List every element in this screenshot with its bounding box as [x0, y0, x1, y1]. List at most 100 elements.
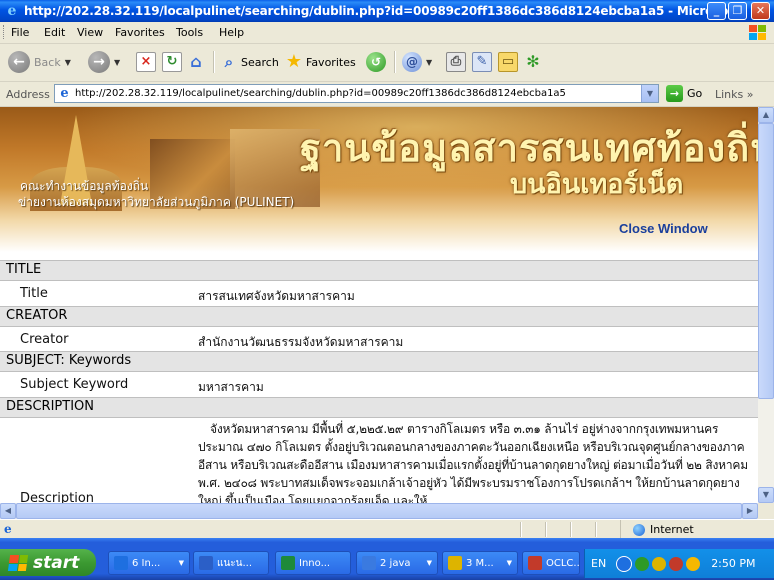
menu-help[interactable]: Help	[219, 26, 244, 39]
standard-toolbar: ← Back ▼ → ▼ × ↻ ⌂ ⌕ Search ★ Favorites …	[0, 43, 774, 82]
address-bar: Address e http://202.28.32.119/localpuli…	[0, 82, 774, 107]
taskbar-label: 3 M...	[466, 557, 494, 569]
status-bar: e Internet	[0, 519, 774, 539]
language-indicator[interactable]: EN	[591, 557, 606, 570]
maximize-button[interactable]: ❐	[728, 2, 747, 20]
window-title-bar[interactable]: e http://202.28.32.119/localpulinet/sear…	[0, 0, 774, 22]
forward-button[interactable]: → ▼	[88, 50, 120, 74]
chevron-down-icon[interactable]: ▼	[65, 58, 71, 67]
back-button[interactable]: ← Back ▼	[8, 50, 71, 74]
page-icon: e	[60, 86, 69, 101]
menu-view[interactable]: View	[77, 26, 103, 39]
close-window-link[interactable]: Close Window	[619, 221, 708, 236]
links-button[interactable]: Links »	[715, 88, 754, 101]
menu-edit[interactable]: Edit	[44, 26, 65, 39]
taskbar-label: 2 java	[380, 557, 411, 569]
security-zone: Internet	[620, 520, 694, 539]
section-title-label: TITLE	[6, 262, 42, 277]
search-label: Search	[241, 55, 279, 69]
history-icon: ↺	[366, 52, 386, 72]
print-button[interactable]: ⎙	[446, 50, 466, 74]
chevron-down-icon: ▼	[506, 559, 512, 567]
page-viewport: ฐานข้อมูลสารสนเทศท้องถิ่น บนอินเทอร์เน็ต…	[0, 107, 758, 503]
vertical-scroll-thumb[interactable]	[758, 123, 774, 399]
mail-icon: @	[402, 52, 422, 72]
security-icon[interactable]	[669, 556, 684, 571]
go-button[interactable]: → Go	[666, 85, 702, 102]
messenger-icon	[448, 556, 462, 570]
scroll-down-arrow-icon[interactable]: ▼	[758, 487, 774, 503]
favorites-button[interactable]: ★ Favorites	[285, 50, 356, 74]
banner-subtitle: บนอินเทอร์เน็ต	[510, 169, 684, 200]
taskbar-button[interactable]: 3 M... ▼	[442, 551, 518, 575]
field-value: มหาสารคาม	[198, 380, 264, 394]
stop-button[interactable]: ×	[136, 50, 156, 74]
page-status-icon: e	[4, 522, 12, 536]
windows-flag-icon	[7, 554, 29, 571]
favorites-label: Favorites	[306, 55, 356, 69]
status-divider	[595, 522, 597, 537]
field-value-description: จังหวัดมหาสารคาม มีพื้นที่ ๕,๒๒๕.๒๙ ตารา…	[198, 422, 748, 503]
vertical-scrollbar[interactable]: ▲ ▼	[758, 107, 774, 503]
toolbar-separator	[394, 51, 396, 73]
refresh-icon: ↻	[162, 52, 182, 72]
taskbar-label: OCLC...	[546, 557, 580, 569]
chevron-down-icon[interactable]: ▼	[426, 58, 432, 67]
app-icon	[281, 556, 295, 570]
address-url[interactable]: http://202.28.32.119/localpulinet/search…	[75, 88, 566, 99]
forward-arrow-icon: →	[88, 51, 110, 73]
status-divider	[545, 522, 547, 537]
edit-button[interactable]: ✎	[472, 50, 492, 74]
address-input[interactable]: e http://202.28.32.119/localpulinet/sear…	[54, 84, 659, 103]
word-document-icon	[199, 556, 213, 570]
back-arrow-icon[interactable]	[616, 555, 633, 572]
mail-button[interactable]: @ ▼	[402, 50, 432, 74]
address-label: Address	[6, 88, 50, 101]
discuss-button[interactable]: ▭	[498, 50, 518, 74]
scroll-right-arrow-icon[interactable]: ▶	[742, 503, 758, 519]
menu-tools[interactable]: Tools	[176, 26, 203, 39]
minimize-button[interactable]: _	[707, 2, 726, 20]
go-arrow-icon: →	[666, 85, 683, 102]
field-label: Subject Keyword	[20, 377, 129, 392]
chevron-down-icon[interactable]: ▼	[114, 58, 120, 67]
section-title-label: DESCRIPTION	[6, 399, 94, 414]
menu-favorites[interactable]: Favorites	[115, 26, 165, 39]
network-icon[interactable]	[635, 556, 650, 571]
folder-icon: ▭	[498, 52, 518, 72]
messenger-button[interactable]: ✻	[524, 50, 542, 74]
menu-file[interactable]: File	[11, 26, 29, 39]
messenger-icon[interactable]	[652, 556, 667, 571]
home-button[interactable]: ⌂	[187, 50, 205, 74]
taskbar: start 6 In... ▼ แนะน... Inno... 2 java ▼…	[0, 538, 774, 580]
field-label: Description	[20, 491, 95, 503]
scroll-up-arrow-icon[interactable]: ▲	[758, 107, 774, 123]
taskbar-label: Inno...	[299, 557, 331, 569]
scrollbar-corner	[758, 503, 774, 519]
search-icon: ⌕	[224, 53, 234, 71]
taskbar-button[interactable]: 6 In... ▼	[108, 551, 190, 575]
section-header-title: TITLE	[0, 260, 758, 281]
section-header-creator: CREATOR	[0, 306, 758, 327]
taskbar-button[interactable]: OCLC...	[522, 551, 580, 575]
horizontal-scroll-thumb[interactable]	[16, 503, 742, 519]
taskbar-label: แนะน...	[217, 557, 253, 569]
start-button[interactable]: start	[0, 549, 96, 576]
history-button[interactable]: ↺	[366, 50, 386, 74]
refresh-button[interactable]: ↻	[162, 50, 182, 74]
horizontal-scrollbar[interactable]: ◀ ▶	[0, 503, 758, 519]
field-value: สำนักงานวัฒนธรรมจังหวัดมหาสารคาม	[198, 335, 404, 349]
clock: 2:50 PM	[711, 557, 756, 570]
taskbar-button[interactable]: 2 java ▼	[356, 551, 438, 575]
back-label: Back	[34, 55, 61, 69]
zone-label: Internet	[650, 523, 694, 536]
back-arrow-icon: ←	[8, 51, 30, 73]
search-button[interactable]: ⌕ Search	[220, 50, 279, 74]
chevron-down-icon[interactable]: ▼	[641, 85, 658, 102]
scroll-left-arrow-icon[interactable]: ◀	[0, 503, 16, 519]
toolbar-separator	[213, 51, 215, 73]
taskbar-button[interactable]: Inno...	[275, 551, 351, 575]
taskbar-button[interactable]: แนะน...	[193, 551, 269, 575]
tray-app-icon[interactable]	[686, 556, 701, 571]
close-button[interactable]: ✕	[751, 2, 770, 20]
